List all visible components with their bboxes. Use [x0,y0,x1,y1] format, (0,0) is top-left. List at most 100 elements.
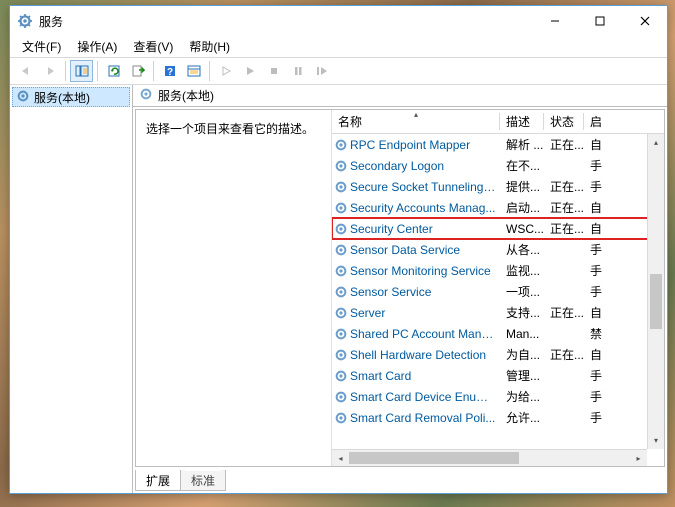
service-status: 正在... [544,178,584,195]
back-button[interactable] [14,60,37,82]
service-name: Shared PC Account Mana... [350,327,500,341]
service-description: 提供... [500,178,544,195]
service-name: Smart Card [350,369,500,383]
service-row[interactable]: Smart Card Device Enum...为给...手 [332,386,664,407]
service-startup: 手 [584,241,606,258]
service-icon [332,264,350,278]
scroll-left-button[interactable]: ◂ [332,451,349,467]
service-row[interactable]: Security CenterWSC...正在...自 [332,218,664,239]
service-status: 正在... [544,346,584,363]
vertical-scrollbar[interactable]: ▴ ▾ [647,134,664,449]
service-icon [332,390,350,404]
services-icon [16,89,30,106]
forward-button[interactable] [38,60,61,82]
service-icon [332,411,350,425]
menu-view[interactable]: 查看(V) [125,36,181,57]
column-headers: ▴ 名称 描述 状态 启 [332,110,664,134]
service-startup: 自 [584,220,606,237]
menu-file[interactable]: 文件(F) [14,36,69,57]
pause-service-button[interactable] [286,60,309,82]
service-startup: 自 [584,304,606,321]
details-header: 服务(本地) [133,85,667,107]
service-description: Man... [500,327,544,341]
show-hide-tree-button[interactable] [70,60,93,82]
service-description: 解析 ... [500,136,544,153]
services-icon [17,13,33,29]
service-row[interactable]: Shared PC Account Mana...Man... 禁 [332,323,664,344]
scroll-up-button[interactable]: ▴ [648,134,664,151]
column-name[interactable]: ▴ 名称 [332,110,500,133]
service-startup: 手 [584,388,606,405]
service-icon [332,243,350,257]
column-status[interactable]: 状态 [544,110,584,133]
menu-action[interactable]: 操作(A) [69,36,125,57]
service-description: 支持... [500,304,544,321]
service-row[interactable]: Secure Socket Tunneling ...提供...正在...手 [332,176,664,197]
details-body: 选择一个项目来查看它的描述。 ▴ 名称 描述 状态 启 RPC Endpoint… [135,109,665,467]
stop-service-button[interactable] [262,60,285,82]
help-button[interactable]: ? [158,60,181,82]
service-icon [332,285,350,299]
service-row[interactable]: Security Accounts Manag...启动...正在...自 [332,197,664,218]
properties-button[interactable] [182,60,205,82]
service-startup: 自 [584,136,606,153]
svg-text:?: ? [166,67,172,78]
titlebar[interactable]: 服务 [10,6,667,36]
service-row[interactable]: Shell Hardware Detection为自...正在...自 [332,344,664,365]
service-row[interactable]: Sensor Monitoring Service监视... 手 [332,260,664,281]
tree-pane[interactable]: 服务(本地) [10,85,133,493]
tab-standard[interactable]: 标准 [180,470,226,491]
service-status: 正在... [544,220,584,237]
service-name: Shell Hardware Detection [350,348,500,362]
service-startup: 手 [584,283,606,300]
scroll-thumb-horizontal[interactable] [349,452,519,464]
service-status: 正在... [544,199,584,216]
start-service-button[interactable] [214,60,237,82]
tab-extended[interactable]: 扩展 [135,470,181,491]
service-startup: 手 [584,262,606,279]
service-row[interactable]: Smart Card管理...手 [332,365,664,386]
service-startup: 手 [584,178,606,195]
service-startup: 禁 [584,325,606,342]
export-list-button[interactable] [126,60,149,82]
service-name: Secure Socket Tunneling ... [350,180,500,194]
service-name: Smart Card Removal Poli... [350,411,500,425]
close-button[interactable] [622,6,667,35]
service-name: Sensor Monitoring Service [350,264,500,278]
service-icon [332,306,350,320]
service-name: Secondary Logon [350,159,500,173]
window-title: 服务 [39,13,63,30]
bottom-tabs: 扩展 标准 [135,469,665,491]
service-row[interactable]: Sensor Service一项...手 [332,281,664,302]
service-startup: 自 [584,199,606,216]
column-startup[interactable]: 启 [584,110,606,133]
restart-service-button[interactable] [310,60,333,82]
refresh-button[interactable] [102,60,125,82]
tree-root-services-local[interactable]: 服务(本地) [12,87,130,107]
sort-ascending-icon: ▴ [414,110,418,119]
scroll-right-button[interactable]: ▸ [630,450,647,466]
menu-help[interactable]: 帮助(H) [181,36,238,57]
service-row[interactable]: Sensor Data Service从各...手 [332,239,664,260]
minimize-button[interactable] [532,6,577,35]
service-status: 正在... [544,136,584,153]
scroll-thumb-vertical[interactable] [650,274,662,329]
service-row[interactable]: RPC Endpoint Mapper解析 ...正在...自 [332,134,664,155]
scroll-down-button[interactable]: ▾ [648,432,664,449]
maximize-button[interactable] [577,6,622,35]
service-description: 监视... [500,262,544,279]
horizontal-scrollbar[interactable]: ◂ ▸ [332,449,647,466]
service-name: Security Accounts Manag... [350,201,500,215]
service-description: WSC... [500,222,544,236]
service-row[interactable]: Smart Card Removal Poli...允许...手 [332,407,664,428]
column-description[interactable]: 描述 [500,110,544,133]
service-row[interactable]: Server支持...正在...自 [332,302,664,323]
menubar: 文件(F) 操作(A) 查看(V) 帮助(H) [10,36,667,57]
resume-service-button[interactable] [238,60,261,82]
services-rows[interactable]: RPC Endpoint Mapper解析 ...正在...自Secondary… [332,134,664,466]
service-description: 管理... [500,367,544,384]
services-window: 服务 文件(F) 操作(A) 查看(V) 帮助(H) ? [9,5,668,494]
service-description: 允许... [500,409,544,426]
details-header-title: 服务(本地) [158,87,214,104]
service-row[interactable]: Secondary Logon在不...手 [332,155,664,176]
